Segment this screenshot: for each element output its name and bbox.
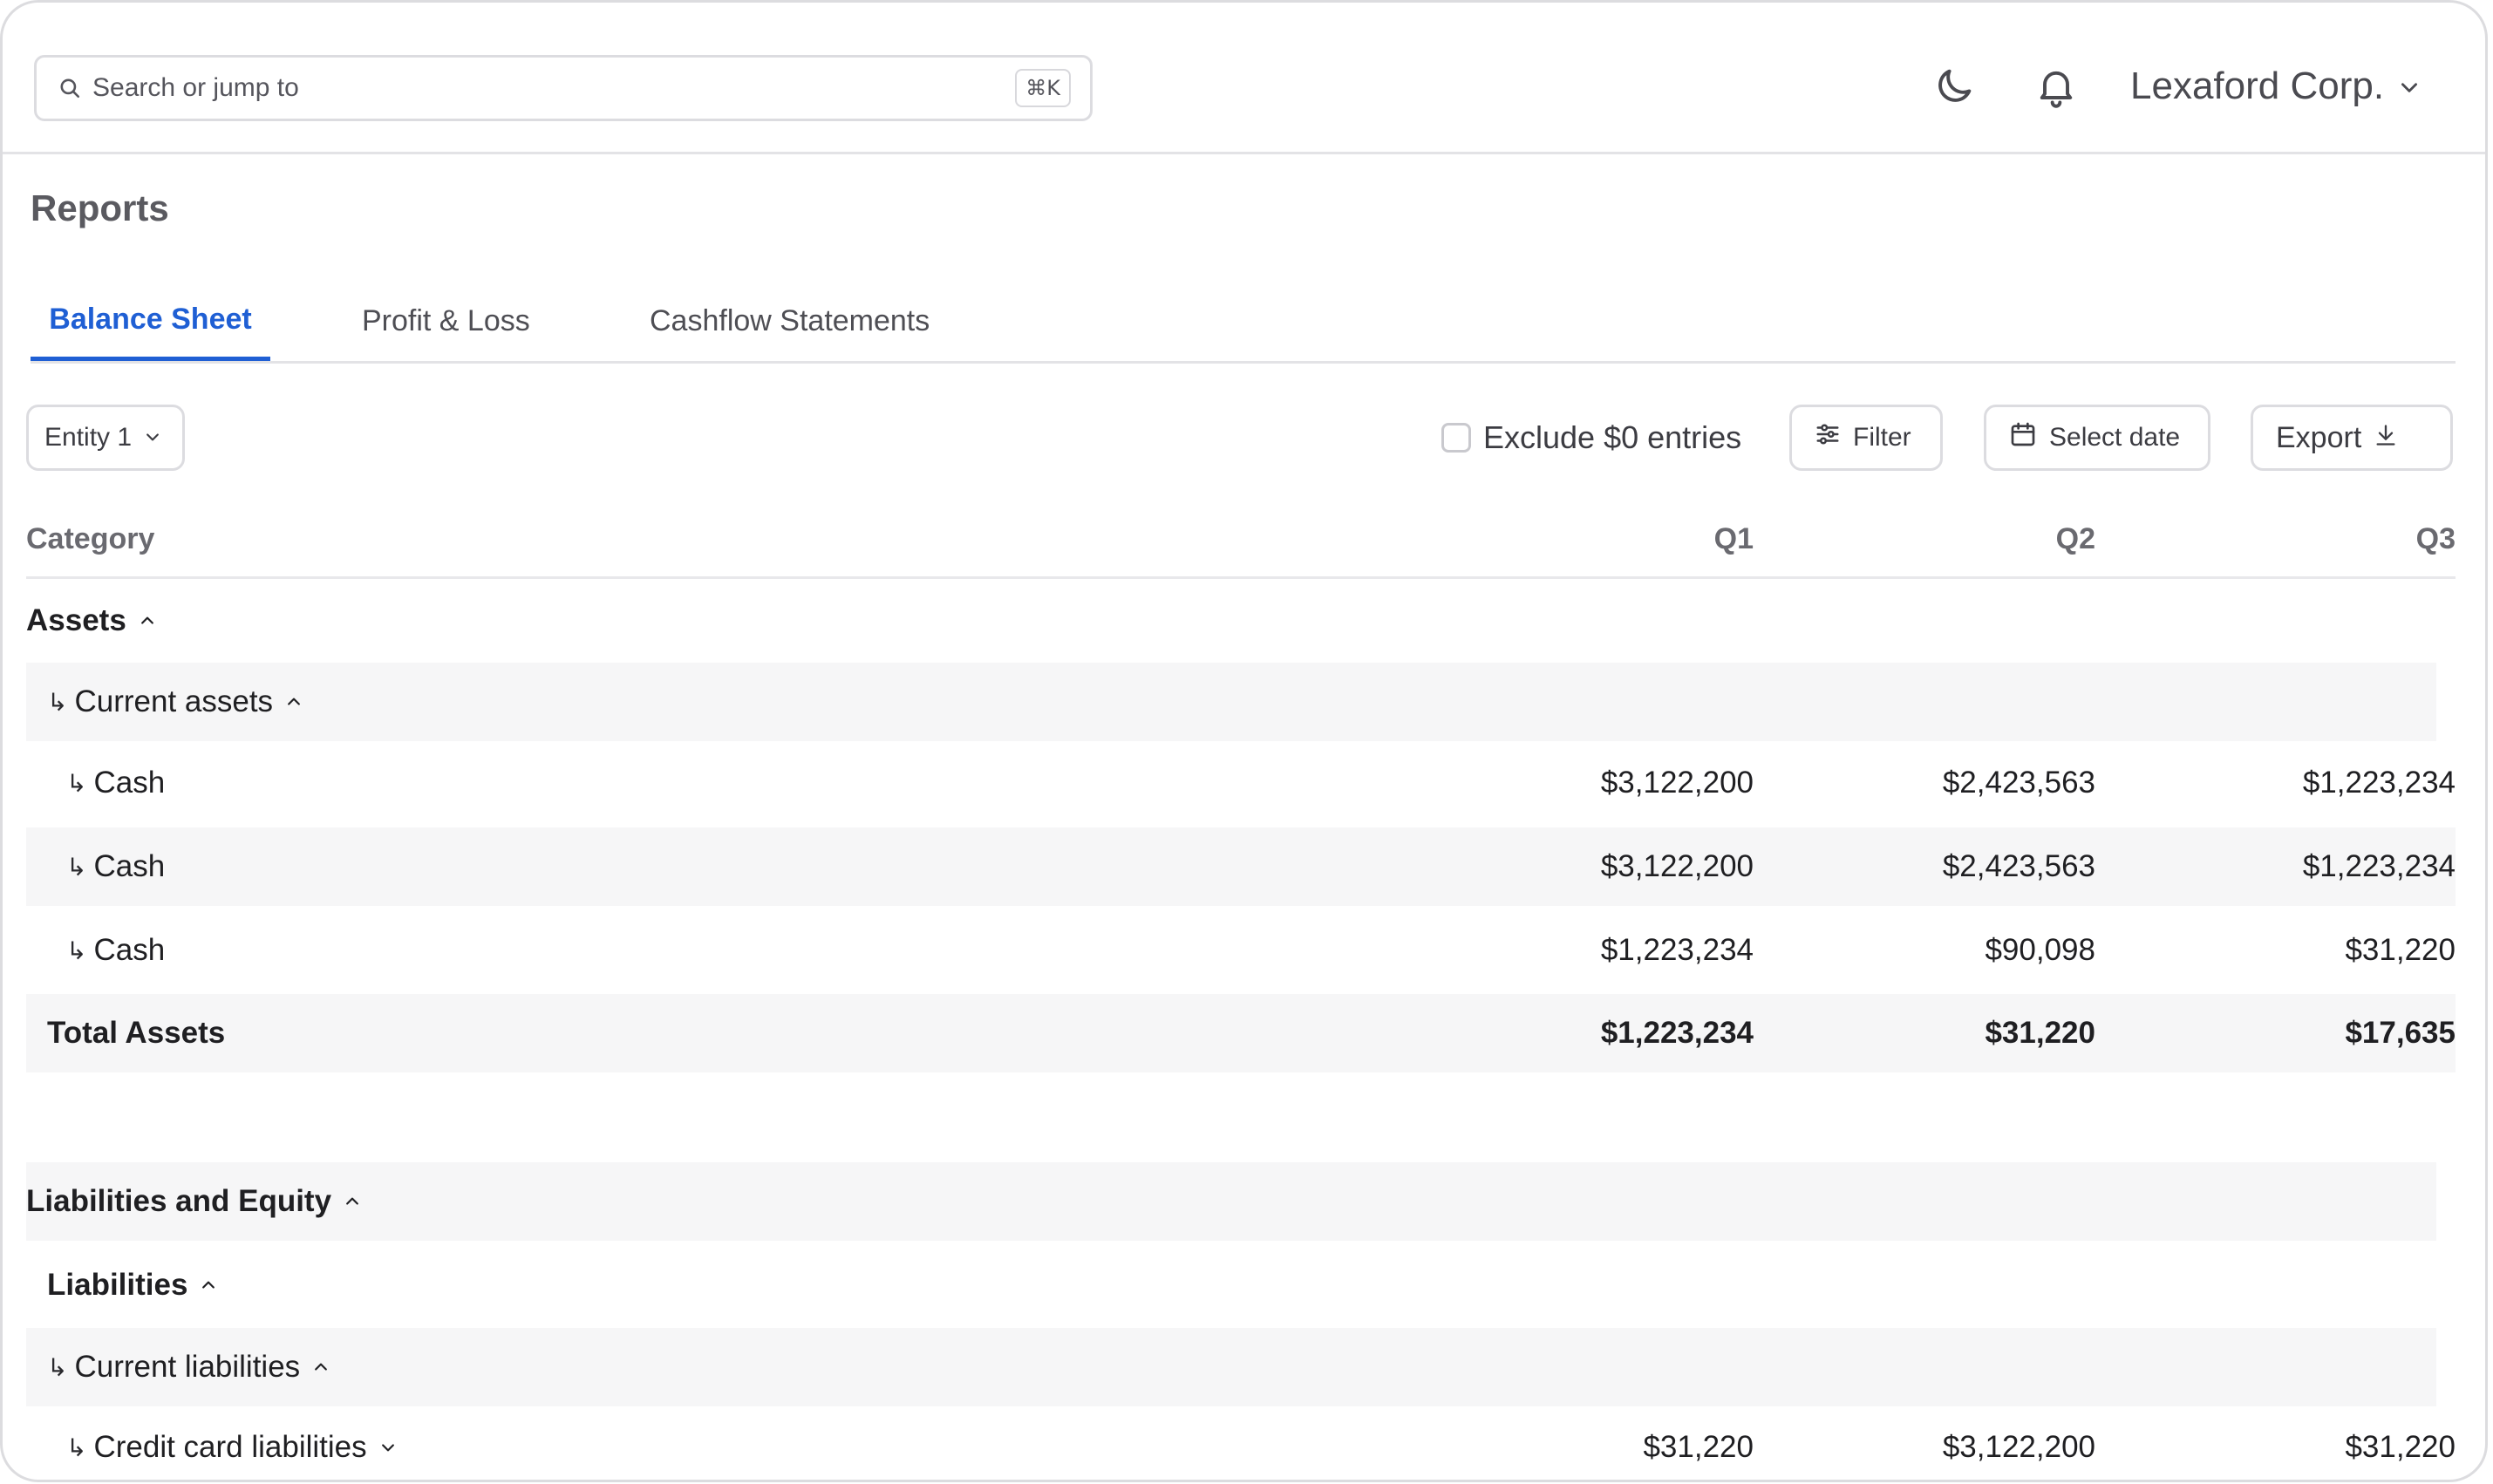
table-row-current-liabilities[interactable]: ↳ Current liabilities xyxy=(26,1328,2436,1406)
cell-q1: $1,223,234 xyxy=(1600,1016,1754,1050)
exclude-zero-toggle[interactable]: Exclude $0 entries xyxy=(1441,418,1741,458)
chevron-up-icon[interactable] xyxy=(200,1276,217,1294)
chevron-down-icon xyxy=(2398,65,2421,108)
table-row[interactable]: ↳ Cash $1,223,234 $90,098 $31,220 xyxy=(26,911,2456,990)
cell-q2: $31,220 xyxy=(1985,1016,2095,1050)
cell-q2: $90,098 xyxy=(1985,933,2095,967)
cell-q3: $31,220 xyxy=(2345,1430,2456,1464)
column-header-q2: Q2 xyxy=(2055,522,2095,555)
table-row-liabilities-equity[interactable]: Liabilities and Equity xyxy=(26,1162,2436,1241)
org-switcher[interactable]: Lexaford Corp. xyxy=(2130,58,2421,114)
return-arrow-icon: ↳ xyxy=(66,852,87,882)
exclude-zero-label: Exclude $0 entries xyxy=(1483,419,1742,455)
report-tabs: Balance Sheet Profit & Loss Cashflow Sta… xyxy=(31,282,2456,364)
chevron-down-icon xyxy=(144,423,161,453)
search-box[interactable]: ⌘K xyxy=(34,55,1093,121)
tab-balance-sheet[interactable]: Balance Sheet xyxy=(31,282,270,361)
row-label: Cash xyxy=(93,766,166,800)
chevron-up-icon[interactable] xyxy=(312,1358,330,1376)
cell-q1: $3,122,200 xyxy=(1600,849,1754,883)
chevron-up-icon[interactable] xyxy=(139,612,156,630)
select-date-label: Select date xyxy=(2049,423,2181,452)
row-label: Total Assets xyxy=(47,1016,226,1050)
tab-cashflow-statements[interactable]: Cashflow Statements xyxy=(650,282,930,361)
cell-q2: $2,423,563 xyxy=(1942,849,2095,883)
filter-button[interactable]: Filter xyxy=(1789,405,1943,471)
cell-q2: $3,122,200 xyxy=(1942,1430,2095,1464)
chevron-up-icon[interactable] xyxy=(285,693,303,711)
search-input[interactable] xyxy=(91,61,1016,115)
calendar-icon xyxy=(2009,420,2037,455)
filter-label: Filter xyxy=(1853,423,1911,452)
row-label: Cash xyxy=(93,849,166,883)
row-label: Current assets xyxy=(74,684,274,718)
org-name: Lexaford Corp. xyxy=(2130,65,2385,107)
table-row-current-assets[interactable]: ↳ Current assets xyxy=(26,663,2436,741)
table-row[interactable]: ↳ Cash $3,122,200 $2,423,563 $1,223,234 xyxy=(26,827,2456,906)
table-row-assets[interactable]: Assets xyxy=(26,582,2456,660)
entity-select[interactable]: Entity 1 xyxy=(26,405,185,471)
cell-q3: $31,220 xyxy=(2345,933,2456,967)
table-row-credit-card-liabilities[interactable]: ↳ Credit card liabilities $31,220 $3,122… xyxy=(26,1408,2456,1480)
table-header: Category Q1 Q2 Q3 xyxy=(26,505,2456,579)
return-arrow-icon: ↳ xyxy=(66,768,87,798)
table-row-liabilities[interactable]: Liabilities xyxy=(26,1246,2456,1324)
export-label: Export xyxy=(2276,420,2362,454)
row-label: Assets xyxy=(26,603,126,637)
cell-q1: $1,223,234 xyxy=(1600,933,1754,967)
cell-q2: $2,423,563 xyxy=(1942,766,2095,800)
sliders-icon xyxy=(1815,421,1841,454)
page-title: Reports xyxy=(31,187,169,228)
entity-label: Entity 1 xyxy=(44,423,133,452)
select-date-button[interactable]: Select date xyxy=(1984,405,2210,471)
row-label: Cash xyxy=(93,933,166,967)
return-arrow-icon: ↳ xyxy=(47,687,68,717)
column-header-category: Category xyxy=(26,522,155,555)
return-arrow-icon: ↳ xyxy=(66,1433,87,1462)
bell-icon[interactable] xyxy=(2028,58,2084,114)
column-header-q1: Q1 xyxy=(1713,522,1754,555)
row-label: Credit card liabilities xyxy=(93,1430,367,1464)
cell-q3: $1,223,234 xyxy=(2302,849,2456,883)
table-row[interactable]: ↳ Cash $3,122,200 $2,423,563 $1,223,234 xyxy=(26,744,2456,822)
return-arrow-icon: ↳ xyxy=(66,936,87,965)
table-row-total-assets: Total Assets $1,223,234 $31,220 $17,635 xyxy=(26,994,2456,1072)
top-bar: ⌘K Lexaford Corp. xyxy=(3,3,2485,154)
row-label: Current liabilities xyxy=(74,1350,301,1384)
chevron-up-icon[interactable] xyxy=(344,1193,361,1210)
app-window: ⌘K Lexaford Corp. Reports Balance Sheet … xyxy=(0,0,2488,1482)
row-label: Liabilities xyxy=(47,1268,188,1302)
chevron-down-icon[interactable] xyxy=(379,1439,397,1456)
download-icon xyxy=(2374,421,2398,455)
search-icon xyxy=(56,74,84,102)
shortcut-hint: ⌘K xyxy=(1015,69,1071,107)
exclude-zero-checkbox[interactable] xyxy=(1441,423,1471,453)
tab-profit-loss[interactable]: Profit & Loss xyxy=(362,282,530,361)
return-arrow-icon: ↳ xyxy=(47,1352,68,1382)
cell-q1: $3,122,200 xyxy=(1600,766,1754,800)
cell-q1: $31,220 xyxy=(1643,1430,1754,1464)
moon-icon[interactable] xyxy=(1926,58,1982,114)
cell-q3: $1,223,234 xyxy=(2302,766,2456,800)
export-button[interactable]: Export xyxy=(2251,405,2453,471)
column-header-q3: Q3 xyxy=(2415,522,2456,555)
row-label: Liabilities and Equity xyxy=(26,1184,332,1218)
cell-q3: $17,635 xyxy=(2345,1016,2456,1050)
